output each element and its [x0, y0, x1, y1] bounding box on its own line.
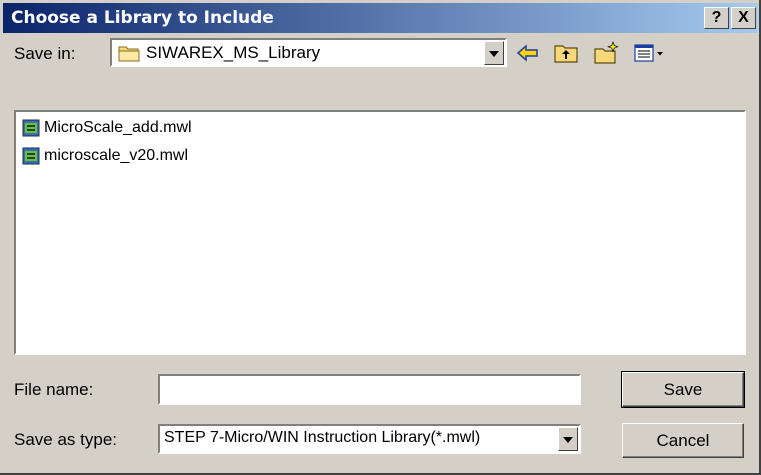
save-in-dropdown[interactable]: SIWAREX_MS_Library	[110, 38, 507, 67]
folder-icon	[118, 46, 140, 62]
new-folder-icon[interactable]	[592, 40, 620, 66]
title-bar[interactable]: Choose a Library to Include ? X	[3, 3, 758, 33]
file-name: MicroScale_add.mwl	[44, 119, 192, 136]
chevron-down-icon	[489, 51, 499, 57]
dialog-title: Choose a Library to Include	[11, 8, 274, 28]
save-in-dropdown-button[interactable]	[484, 41, 504, 65]
up-folder-icon[interactable]	[552, 40, 580, 66]
save-button[interactable]: Save	[621, 371, 745, 408]
save-in-label: Save in:	[14, 44, 76, 63]
save-in-value: SIWAREX_MS_Library	[146, 43, 321, 62]
save-as-type-dropdown[interactable]: STEP 7-Micro/WIN Instruction Library(*.m…	[158, 424, 581, 454]
cancel-button[interactable]: Cancel	[622, 423, 744, 458]
file-list[interactable]: MicroScale_add.mwl microscale_v20.mwl	[14, 110, 746, 355]
library-file-icon	[22, 147, 40, 165]
view-menu-icon[interactable]	[632, 40, 666, 66]
save-as-type-label: Save as type:	[14, 430, 118, 449]
save-as-type-dropdown-button[interactable]	[558, 427, 578, 451]
chevron-down-icon	[563, 437, 573, 443]
library-file-icon	[22, 119, 40, 137]
help-button[interactable]: ?	[704, 7, 729, 29]
choose-library-dialog: Choose a Library to Include ? X Save in:…	[0, 0, 761, 475]
save-as-type-value: STEP 7-Micro/WIN Instruction Library(*.m…	[164, 429, 481, 446]
close-button[interactable]: X	[731, 7, 756, 29]
file-name-input[interactable]	[158, 374, 581, 405]
file-name: microscale_v20.mwl	[44, 147, 189, 164]
file-name-label: File name:	[14, 380, 94, 399]
back-icon[interactable]	[514, 40, 542, 66]
